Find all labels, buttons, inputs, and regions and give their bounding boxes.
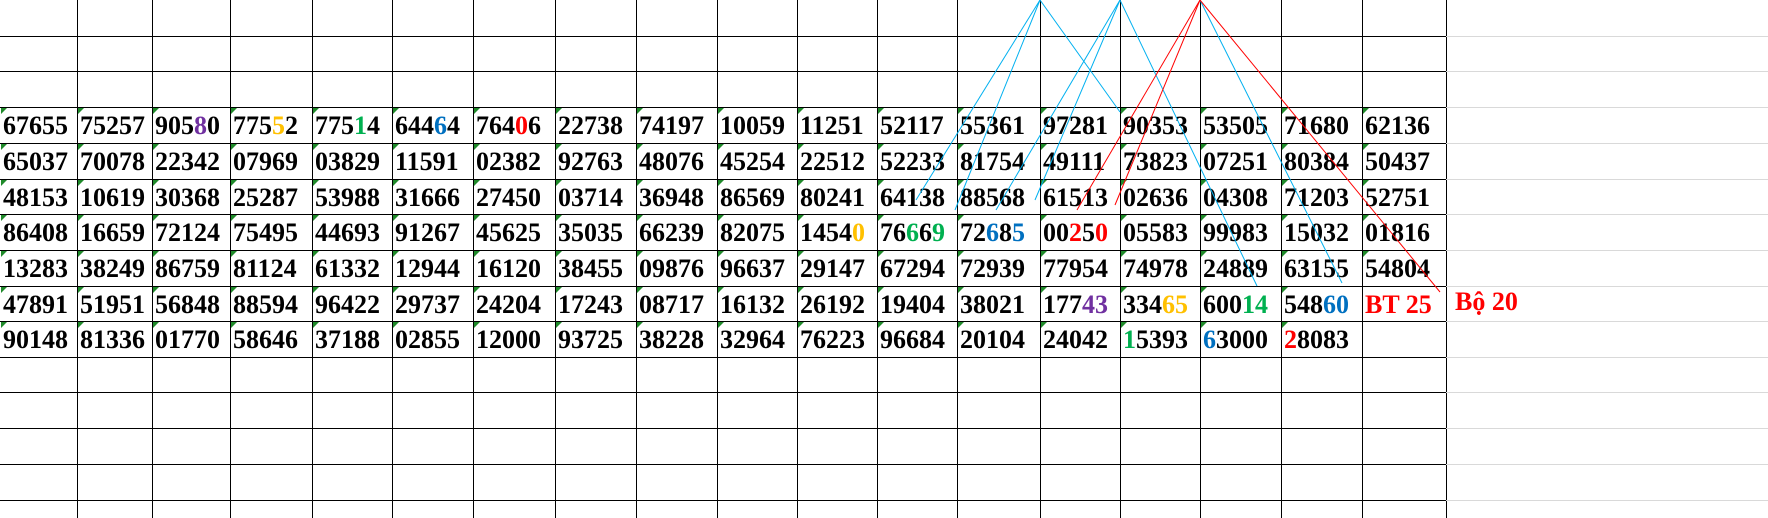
side-note: Bộ 20	[1455, 287, 1518, 316]
spreadsheet: 67655 75257 90580 77552 77514 64464 76406 22738…	[0, 0, 1768, 518]
red-connector-line	[1199, 0, 1441, 293]
red-connector-line	[1114, 0, 1201, 206]
blue-connector-line	[995, 0, 1121, 211]
red-connector-line	[1076, 0, 1201, 211]
blue-connector-line	[954, 0, 1041, 211]
connector-lines	[915, 0, 1441, 293]
blue-connector-line	[915, 0, 1041, 201]
blue-connector-line	[1034, 0, 1121, 201]
blue-connector-line	[1199, 0, 1343, 284]
